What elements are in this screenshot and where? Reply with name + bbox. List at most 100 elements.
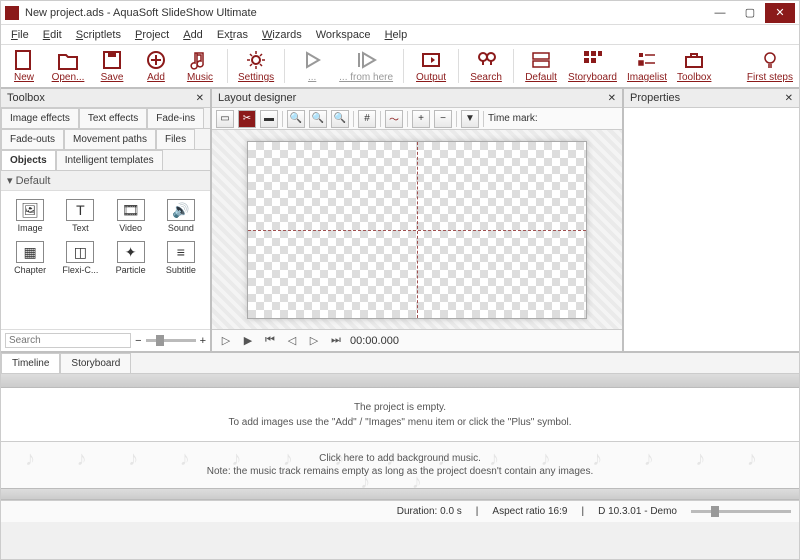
timeline-area: Timeline Storyboard The project is empty… [1, 351, 799, 500]
layout-close-icon[interactable]: ✕ [608, 93, 616, 104]
menu-workspace[interactable]: Workspace [310, 27, 377, 43]
music-track[interactable]: Click here to add background music. Note… [1, 442, 799, 488]
toolbox-panel: Toolbox✕ Image effects Text effects Fade… [1, 89, 212, 351]
collapsible-default[interactable]: ▾ Default [1, 171, 210, 191]
object-chapter[interactable]: ▦Chapter [7, 239, 53, 277]
safe-area-tool[interactable]: ▬ [260, 110, 278, 128]
playbar-rewind-icon[interactable]: ⏮ [262, 333, 278, 349]
zoom-fit-tool[interactable]: 🔍 [331, 110, 349, 128]
properties-title: Properties [630, 92, 680, 104]
properties-panel: Properties ✕ [624, 89, 799, 351]
save-button[interactable]: Save [95, 49, 129, 83]
path-tool[interactable]: ～ [385, 110, 403, 128]
maximize-button[interactable]: ▢ [735, 3, 765, 23]
storyboard-button[interactable]: Storyboard [568, 49, 617, 83]
tab-movement-paths[interactable]: Movement paths [64, 129, 156, 149]
timeline-ruler[interactable] [1, 374, 799, 388]
canvas[interactable] [247, 141, 587, 319]
remove-keyframe-tool[interactable]: − [434, 110, 452, 128]
play-from-here-button[interactable]: ... from here [339, 49, 393, 83]
toolbox-zoom-slider[interactable] [146, 339, 196, 342]
chapter-icon: ▦ [16, 241, 44, 263]
first-steps-button[interactable]: First steps [747, 49, 793, 83]
open-button[interactable]: Open... [51, 49, 85, 83]
tab-text-effects[interactable]: Text effects [79, 108, 147, 128]
flexi-icon: ◫ [66, 241, 94, 263]
add-keyframe-tool[interactable]: + [412, 110, 430, 128]
imagelist-button[interactable]: Imagelist [627, 49, 667, 83]
object-subtitle[interactable]: ≡Subtitle [158, 239, 204, 277]
default-icon [530, 49, 552, 71]
tab-image-effects[interactable]: Image effects [1, 108, 79, 128]
playbar-play-icon[interactable]: ▷ [218, 333, 234, 349]
add-button[interactable]: Add [139, 49, 173, 83]
default-button[interactable]: Default [524, 49, 558, 83]
status-aspect: Aspect ratio 16:9 [492, 506, 567, 517]
align-tool[interactable]: ▼ [461, 110, 479, 128]
settings-button[interactable]: Settings [238, 49, 274, 83]
zoom-in-tool[interactable]: 🔍 [287, 110, 305, 128]
music-icon [189, 49, 211, 71]
menu-extras[interactable]: Extras [211, 27, 254, 43]
toolbox-button[interactable]: Toolbox [677, 49, 711, 83]
playbar-prev-icon[interactable]: ◁ [284, 333, 300, 349]
search-button[interactable]: Search [469, 49, 503, 83]
object-particle[interactable]: ✦Particle [108, 239, 154, 277]
menu-add[interactable]: Add [177, 27, 209, 43]
canvas-area[interactable] [212, 130, 622, 329]
zoom-out-icon[interactable]: − [135, 335, 141, 347]
zoom-in-icon[interactable]: + [200, 335, 206, 347]
tab-objects[interactable]: Objects [1, 150, 56, 170]
subtitle-icon: ≡ [167, 241, 195, 263]
menu-file[interactable]: File [5, 27, 35, 43]
music-button[interactable]: Music [183, 49, 217, 83]
window-title: New project.ads - AquaSoft SlideShow Ult… [25, 7, 705, 19]
sound-icon: 🔊 [167, 199, 195, 221]
grid-tool[interactable]: # [358, 110, 376, 128]
music-msg-2: Note: the music track remains empty as l… [207, 466, 594, 477]
playbar-forward-icon[interactable]: ⏭ [328, 333, 344, 349]
play-button[interactable]: ... [295, 49, 329, 83]
object-sound[interactable]: 🔊Sound [158, 197, 204, 235]
timeline-track[interactable]: The project is empty. To add images use … [1, 388, 799, 442]
menu-edit[interactable]: Edit [37, 27, 68, 43]
object-text[interactable]: TText [57, 197, 103, 235]
playbar-play-here-icon[interactable]: ▶ [240, 333, 256, 349]
settings-icon [245, 49, 267, 71]
menu-project[interactable]: Project [129, 27, 175, 43]
image-icon: 🖼 [16, 199, 44, 221]
playbar-next-icon[interactable]: ▷ [306, 333, 322, 349]
menu-wizards[interactable]: Wizards [256, 27, 308, 43]
properties-close-icon[interactable]: ✕ [785, 93, 793, 104]
menu-scriptlets[interactable]: Scriptlets [70, 27, 127, 43]
toolbox-search-input[interactable] [5, 333, 131, 348]
close-button[interactable]: ✕ [765, 3, 795, 23]
toolbox-close-icon[interactable]: ✕ [196, 93, 204, 104]
timecode: 00:00.000 [350, 335, 399, 347]
zoom-out-tool[interactable]: 🔍 [309, 110, 327, 128]
main-toolbar: New Open... Save Add Music Settings ... … [1, 45, 799, 89]
tab-files[interactable]: Files [156, 129, 195, 149]
menu-help[interactable]: Help [379, 27, 414, 43]
select-tool[interactable]: ▭ [216, 110, 234, 128]
layout-toolbar: ▭ ✂ ▬ 🔍 🔍 🔍 # ～ + − ▼ Time mark: [212, 108, 622, 130]
tab-timeline[interactable]: Timeline [1, 353, 60, 373]
tab-intelligent-templates[interactable]: Intelligent templates [56, 150, 163, 170]
add-icon [145, 49, 167, 71]
tab-fade-outs[interactable]: Fade-outs [1, 129, 64, 149]
empty-msg-2: To add images use the "Add" / "Images" m… [228, 417, 571, 428]
empty-msg-1: The project is empty. [354, 402, 446, 413]
object-image[interactable]: 🖼Image [7, 197, 53, 235]
zoom-slider[interactable] [691, 510, 791, 513]
minimize-button[interactable]: — [705, 3, 735, 23]
object-video[interactable]: 🎞Video [108, 197, 154, 235]
crop-tool[interactable]: ✂ [238, 110, 256, 128]
status-version: D 10.3.01 - Demo [598, 506, 677, 517]
object-flexi[interactable]: ◫Flexi-C... [57, 239, 103, 277]
new-icon [13, 49, 35, 71]
output-button[interactable]: Output [414, 49, 448, 83]
new-button[interactable]: New [7, 49, 41, 83]
tab-storyboard[interactable]: Storyboard [60, 353, 131, 373]
play-icon [301, 49, 323, 71]
tab-fade-ins[interactable]: Fade-ins [147, 108, 204, 128]
